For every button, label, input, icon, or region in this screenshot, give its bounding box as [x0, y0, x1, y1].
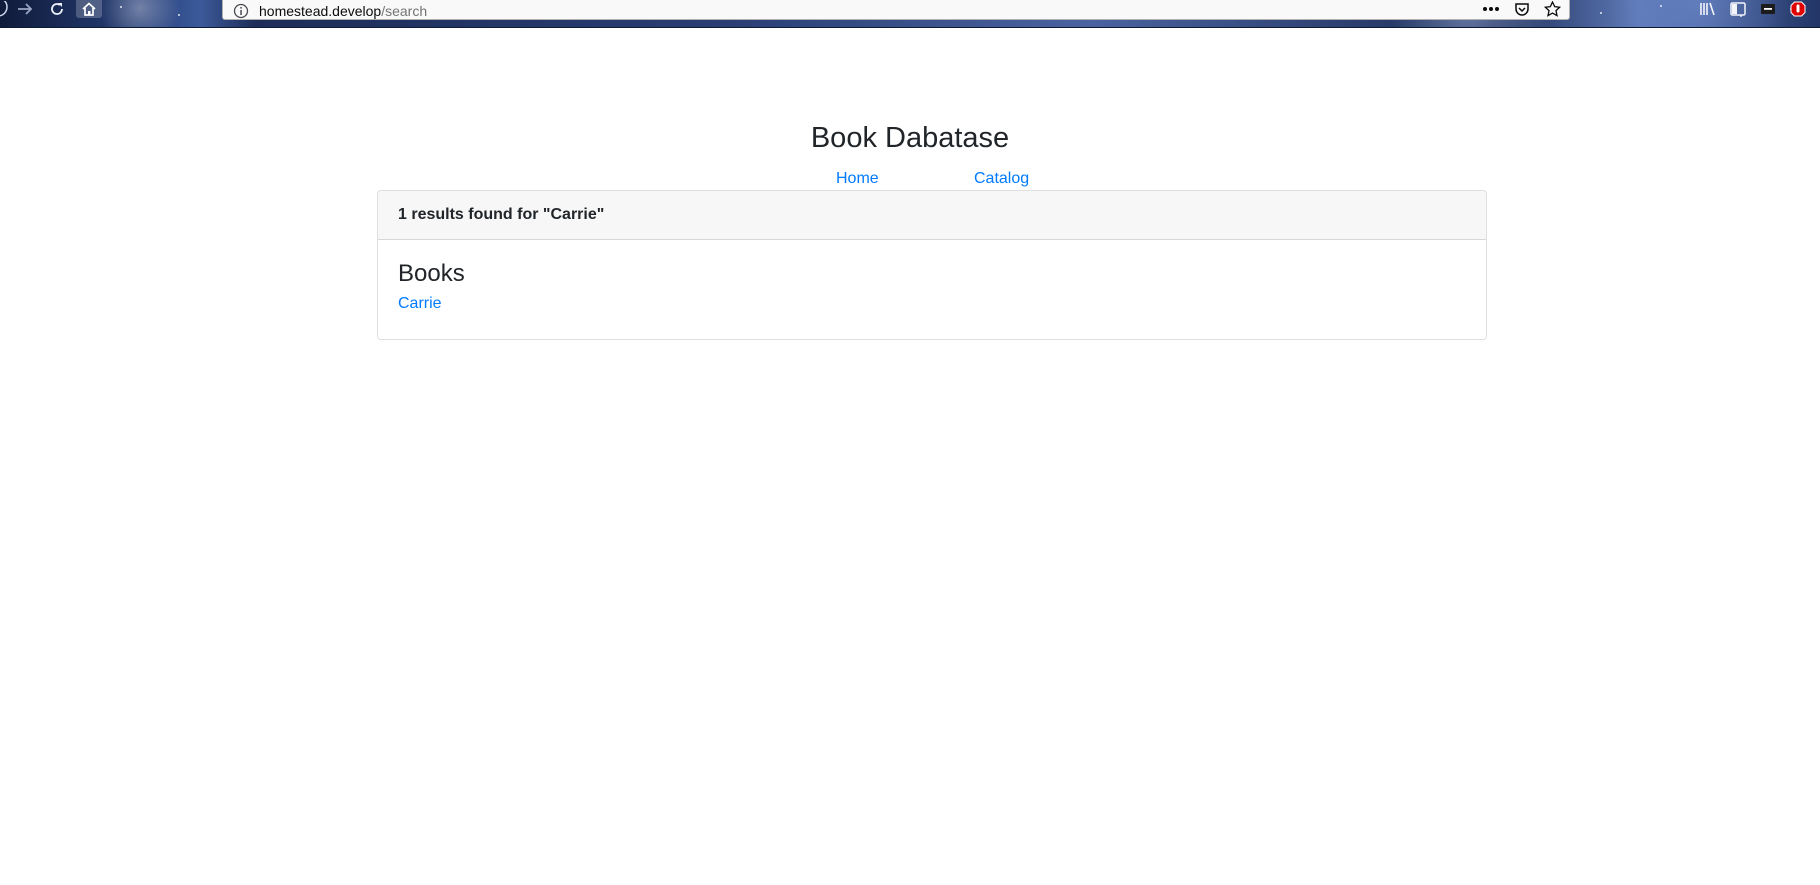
sidebar-icon [1730, 2, 1746, 16]
star-decoration [178, 14, 180, 16]
url-actions [1482, 1, 1561, 17]
forward-button[interactable] [13, 0, 37, 18]
results-header: 1 results found for "Carrie" [378, 191, 1486, 240]
forward-icon [16, 2, 34, 16]
results-body: Books Carrie [378, 240, 1486, 333]
info-icon[interactable] [233, 3, 249, 19]
reload-icon [49, 1, 65, 17]
browser-toolbar: homestead.develop/search [0, 0, 1820, 28]
page-title: Book Dabatase [810, 122, 1010, 154]
page-actions-icon[interactable] [1482, 6, 1500, 12]
url-path: /search [381, 2, 428, 19]
book-result-link[interactable]: Carrie [398, 295, 442, 313]
url-host: homestead.develop [259, 2, 382, 19]
nav-link-catalog[interactable]: Catalog [974, 167, 1029, 191]
home-icon [81, 2, 97, 16]
library-button[interactable] [1696, 0, 1720, 18]
adblock-icon [1790, 1, 1806, 17]
nav-link-home[interactable]: Home [836, 167, 879, 191]
bookmark-star-icon[interactable] [1544, 1, 1561, 17]
star-decoration [1660, 5, 1662, 7]
main-nav: Home Catalog [0, 167, 1820, 191]
pocket-icon[interactable] [1514, 1, 1530, 17]
back-button[interactable] [0, 0, 10, 18]
extension-button[interactable] [1756, 0, 1780, 18]
extension-icon [1760, 2, 1776, 16]
star-decoration [120, 6, 122, 8]
search-results-card: 1 results found for "Carrie" Books Carri… [377, 190, 1487, 340]
sidebar-button[interactable] [1726, 0, 1750, 18]
library-icon [1699, 2, 1717, 16]
adblock-button[interactable] [1786, 0, 1810, 18]
home-button[interactable] [78, 0, 100, 18]
url-text: homestead.develop/search [259, 3, 427, 19]
reload-button[interactable] [46, 0, 68, 18]
star-decoration [1600, 12, 1602, 14]
books-section-title: Books [398, 260, 465, 287]
url-bar[interactable]: homestead.develop/search [222, 0, 1570, 20]
